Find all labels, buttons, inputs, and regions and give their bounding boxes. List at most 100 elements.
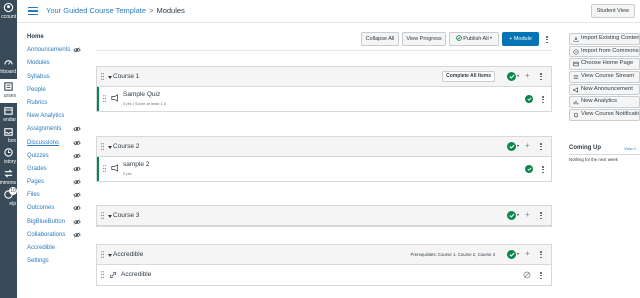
dashboard-icon	[4, 60, 13, 65]
drag-handle-icon[interactable]	[103, 165, 106, 172]
course-nav-item-new-analytics[interactable]: New Analytics	[27, 112, 87, 125]
module-header[interactable]: Course 2 +	[97, 137, 551, 157]
module-item[interactable]: sample 2 0 pts	[97, 157, 551, 181]
drag-handle-icon[interactable]	[101, 73, 104, 80]
course-nav-item-label: Discussions	[27, 139, 60, 146]
course-nav-item-label: Syllabus	[27, 73, 50, 80]
publish-all-button[interactable]: Publish All	[449, 32, 499, 46]
course-nav-item-rubrics[interactable]: Rubrics	[27, 99, 87, 112]
sidebar-button-import-from-commons[interactable]: Import from Commons	[569, 45, 640, 58]
global-nav-courses[interactable]: urses	[0, 79, 17, 103]
sidebar-button-new-analytics[interactable]: New Analytics	[569, 96, 640, 108]
course-nav-item-assignments[interactable]: Assignments	[27, 125, 87, 138]
module-published-icon[interactable]	[507, 211, 516, 220]
item-unpublished-icon[interactable]	[523, 271, 531, 279]
global-nav-help[interactable]: 10 elp	[0, 187, 17, 211]
collapse-triangle-icon[interactable]	[108, 76, 112, 79]
drag-handle-icon[interactable]	[101, 212, 104, 219]
drag-handle-icon[interactable]	[101, 143, 104, 150]
analytics-icon	[573, 100, 579, 105]
course-nav-item-pages[interactable]: Pages	[27, 178, 87, 191]
student-view-button[interactable]: Student View	[590, 4, 635, 18]
sidebar-button-label: New Announcement	[581, 85, 633, 92]
publish-caret-icon[interactable]	[517, 145, 519, 147]
add-module-button[interactable]: + Module	[502, 32, 539, 46]
sidebar-button-choose-home-page[interactable]: Choose Home Page	[569, 58, 640, 70]
global-nav-account[interactable]: ccount	[0, 0, 17, 24]
module-item-meta: 5 pts | Score at least 1.0	[123, 101, 167, 106]
course-nav-item-bigbluebutton[interactable]: BigBlueButton	[27, 218, 87, 231]
collapse-triangle-icon[interactable]	[108, 146, 112, 149]
item-published-icon[interactable]	[525, 95, 533, 103]
module-published-icon[interactable]	[507, 142, 516, 151]
module-item-title[interactable]: Accredible	[121, 271, 151, 278]
module-published-icon[interactable]	[507, 72, 516, 81]
import-icon	[573, 36, 579, 42]
sidebar-button-view-course-stream[interactable]: View Course Stream	[569, 71, 640, 83]
module-header[interactable]: Accredible Prerequisites: Course 1, Cours…	[97, 245, 551, 265]
drag-handle-icon[interactable]	[101, 251, 104, 258]
course-nav-item-label: Home	[27, 34, 44, 40]
course-nav-item-syllabus[interactable]: Syllabus	[27, 73, 87, 86]
hidden-eye-icon	[73, 166, 81, 172]
course-nav-item-quizzes[interactable]: Quizzes	[27, 152, 87, 165]
commons-import-icon	[573, 49, 579, 55]
hidden-eye-icon	[73, 232, 81, 238]
course-nav-item-settings[interactable]: Settings	[27, 257, 87, 270]
add-item-icon[interactable]: +	[525, 71, 530, 80]
module-header[interactable]: Course 1 Complete All Items +	[97, 67, 551, 87]
module-more-options-icon[interactable]	[540, 251, 542, 259]
course-nav-item-accredible[interactable]: Accredible	[27, 244, 87, 257]
view-calendar-link[interactable]: View C	[624, 146, 637, 151]
drag-handle-icon[interactable]	[103, 95, 106, 102]
course-nav-item-grades[interactable]: Grades	[27, 165, 87, 178]
collapse-all-button[interactable]: Collapse All	[361, 32, 399, 46]
item-more-options-icon[interactable]	[540, 272, 542, 280]
module-item[interactable]: Accredible	[97, 265, 551, 285]
module-item-title[interactable]: Sample Quiz	[123, 91, 160, 98]
publish-caret-icon[interactable]	[517, 253, 519, 255]
item-published-icon[interactable]	[525, 165, 533, 173]
module-published-icon[interactable]	[507, 250, 516, 259]
module-more-options-icon[interactable]	[540, 212, 542, 220]
course-nav-item-modules[interactable]: Modules	[27, 59, 87, 72]
sidebar-button-view-course-notifications[interactable]: View Course Notifications	[569, 109, 640, 121]
collapse-triangle-icon[interactable]	[108, 215, 112, 218]
module-item[interactable]: Sample Quiz 5 pts | Score at least 1.0	[97, 87, 551, 111]
item-more-options-icon[interactable]	[542, 96, 544, 104]
course-sidebar: Import Existing Content Import from Commo…	[569, 33, 640, 122]
view-progress-button[interactable]: View Progress	[402, 32, 446, 46]
module-more-options-icon[interactable]	[540, 73, 542, 81]
publish-all-caret-icon	[490, 37, 493, 39]
add-item-icon[interactable]: +	[525, 249, 530, 258]
add-item-icon[interactable]: +	[525, 141, 530, 150]
course-nav-item-label: Rubrics	[27, 99, 48, 106]
course-nav-item-discussions[interactable]: Discussions	[27, 139, 87, 152]
module-title: Accredible	[113, 251, 144, 258]
add-item-icon[interactable]: +	[525, 210, 530, 219]
collapse-triangle-icon[interactable]	[108, 254, 112, 257]
course-nav-item-home[interactable]: Home	[27, 33, 87, 46]
calendar-icon	[4, 107, 13, 115]
course-nav-item-people[interactable]: People	[27, 86, 87, 99]
course-nav-item-files[interactable]: Files	[27, 191, 87, 204]
hamburger-menu-icon[interactable]	[28, 7, 38, 16]
global-nav-label: shboard	[0, 69, 16, 75]
breadcrumb-course-link[interactable]: Your Guided Course Template	[46, 6, 146, 15]
sidebar-button-import-existing-content[interactable]: Import Existing Content	[569, 33, 640, 45]
global-nav-dashboard[interactable]: shboard	[0, 55, 17, 79]
toolbar-more-options-icon[interactable]	[546, 36, 548, 44]
course-nav-item-outcomes[interactable]: Outcomes	[27, 204, 87, 217]
course-nav-item-announcements[interactable]: Announcements	[27, 46, 87, 59]
publish-caret-icon[interactable]	[517, 214, 519, 216]
course-nav-item-collaborations[interactable]: Collaborations	[27, 231, 87, 244]
sidebar-button-new-announcement[interactable]: New Announcement	[569, 83, 640, 96]
publish-caret-icon[interactable]	[517, 75, 519, 77]
global-nav-label: box	[7, 138, 16, 144]
module-item-title[interactable]: sample 2	[123, 161, 149, 168]
drag-handle-icon[interactable]	[101, 271, 104, 278]
item-more-options-icon[interactable]	[542, 166, 544, 174]
history-icon	[4, 148, 13, 157]
module-more-options-icon[interactable]	[540, 143, 542, 151]
module-header[interactable]: Course 3 +	[97, 206, 551, 226]
